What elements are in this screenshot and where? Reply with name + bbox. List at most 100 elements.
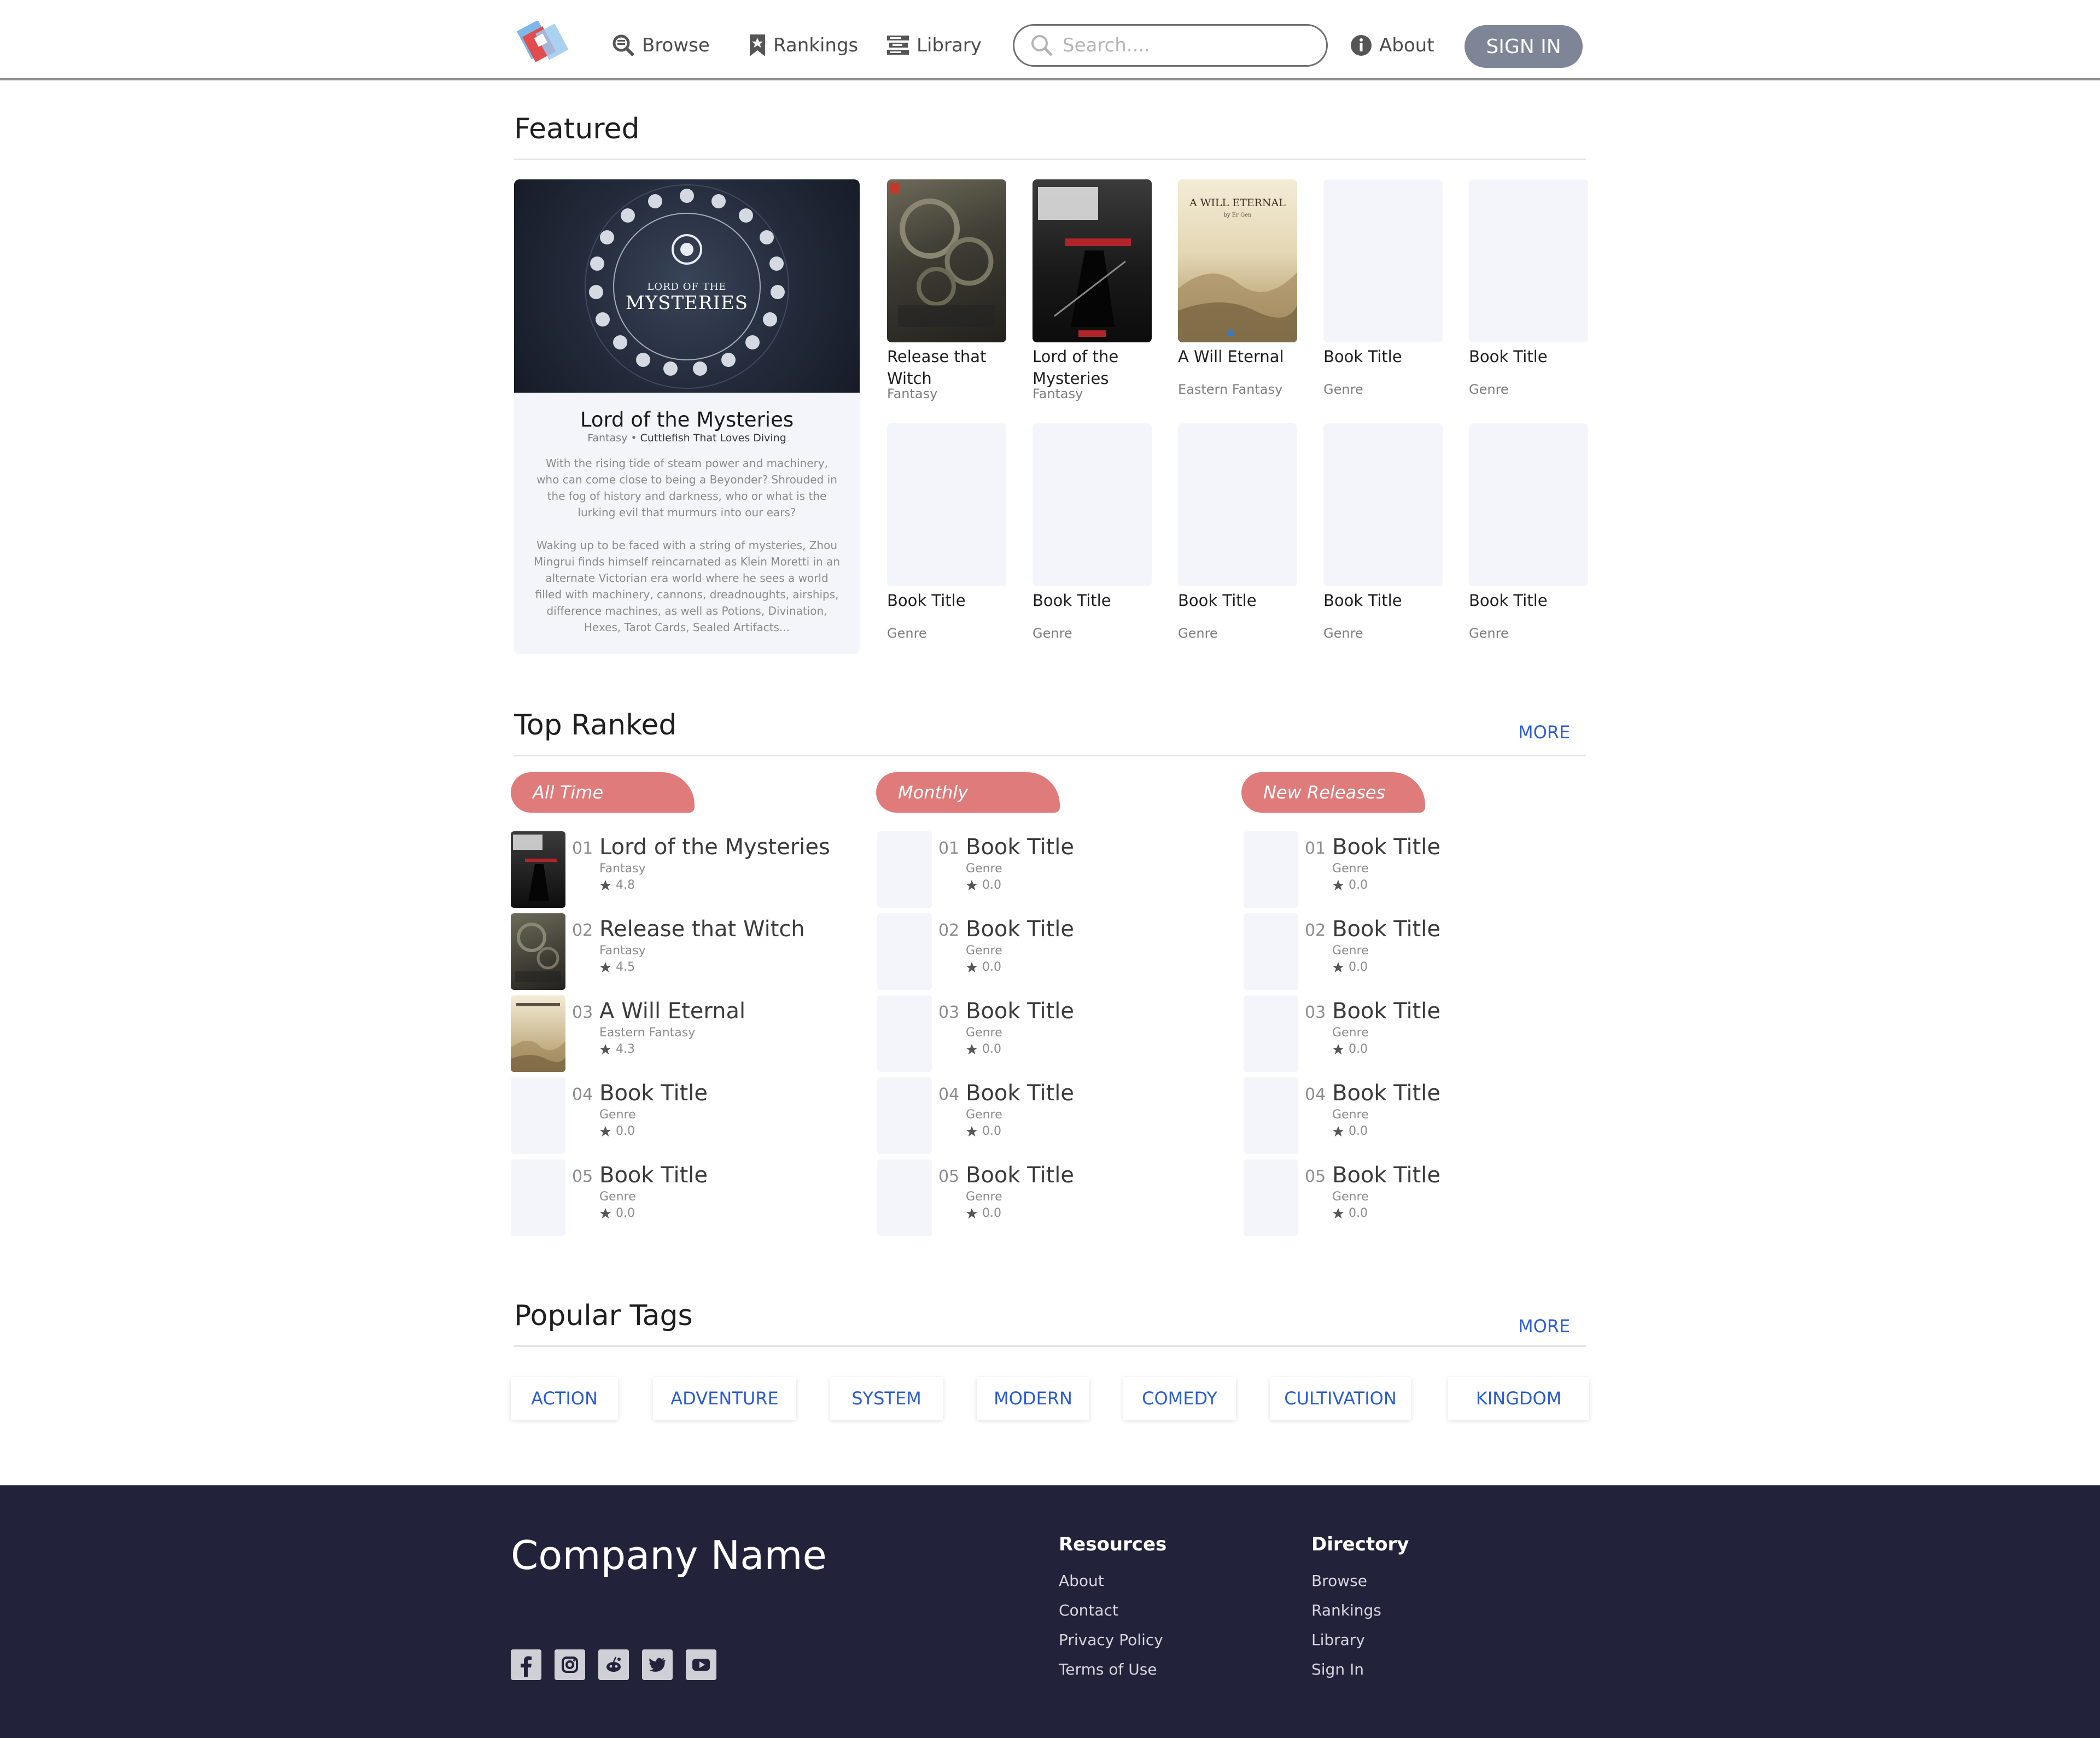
book-title[interactable]: Release that Witch	[887, 346, 1006, 389]
ranked-item[interactable]: 01 Book Title Genre 0.0	[877, 831, 1205, 908]
nav-browse[interactable]: Browse	[611, 28, 710, 62]
tab-all-time[interactable]: All Time	[511, 772, 695, 813]
featured-main-genre: Fantasy	[587, 432, 628, 444]
ranked-thumb-placeholder	[877, 995, 932, 1072]
ranked-title[interactable]: Book Title	[1332, 917, 1440, 942]
footer-link-contact[interactable]: Contact	[1059, 1601, 1118, 1619]
nav-rankings[interactable]: Rankings	[748, 28, 858, 62]
ranked-item[interactable]: 04 Book Title Genre 0.0	[1244, 1077, 1572, 1154]
ranked-item[interactable]: 03 Book Title Genre 0.0	[1244, 995, 1572, 1072]
footer-link-terms-of-use[interactable]: Terms of Use	[1059, 1660, 1157, 1678]
top-ranked-heading: Top Ranked	[514, 709, 677, 742]
description-paragraph-1: With the rising tide of steam power and …	[536, 457, 837, 519]
ranked-item[interactable]: 01 Book Title Genre 0.0	[1244, 831, 1572, 908]
nav-about[interactable]: About	[1350, 28, 1434, 62]
featured-book-2[interactable]: Lord of the Mysteries Fantasy	[1032, 179, 1152, 401]
tag-modern[interactable]: MODERN	[977, 1377, 1089, 1420]
ranked-title[interactable]: Release that Witch	[599, 917, 805, 942]
sign-in-button[interactable]: SIGN IN	[1465, 25, 1583, 68]
book-title[interactable]: Book Title	[1178, 590, 1297, 629]
tag-kingdom[interactable]: KINGDOM	[1448, 1377, 1589, 1420]
ranked-title[interactable]: Book Title	[966, 835, 1074, 860]
footer-link-browse[interactable]: Browse	[1311, 1572, 1367, 1590]
ranked-item[interactable]: 03 A Will Eternal Eastern Fantasy 4.3	[511, 995, 839, 1072]
ranked-thumb-placeholder	[877, 1159, 932, 1236]
reddit-icon[interactable]	[598, 1649, 629, 1680]
ranked-item[interactable]: 02 Book Title Genre 0.0	[1244, 913, 1572, 990]
rating-value: 0.0	[982, 960, 1001, 974]
ranked-title[interactable]: Book Title	[966, 999, 1074, 1024]
instagram-icon[interactable]	[555, 1649, 585, 1680]
tag-adventure[interactable]: ADVENTURE	[653, 1377, 796, 1420]
book-title[interactable]: Book Title	[887, 590, 1006, 629]
ranked-title[interactable]: Book Title	[966, 917, 1074, 942]
ranked-title[interactable]: Book Title	[1332, 1081, 1440, 1106]
ranked-item[interactable]: 03 Book Title Genre 0.0	[877, 995, 1205, 1072]
search-input[interactable]	[1063, 34, 1314, 56]
tag-system[interactable]: SYSTEM	[830, 1377, 943, 1420]
featured-book-7[interactable]: Book Title Genre	[1032, 423, 1152, 641]
tab-monthly[interactable]: Monthly	[876, 772, 1060, 813]
twitter-icon[interactable]	[642, 1649, 673, 1680]
popular-tags-more-link[interactable]: MORE	[1518, 1316, 1570, 1337]
featured-main-card[interactable]: LORD OF THE MYSTERIES Lord of the Myster…	[514, 179, 860, 654]
ranked-item[interactable]: 04 Book Title Genre 0.0	[877, 1077, 1205, 1154]
ranked-rating: 0.0	[966, 878, 1001, 892]
footer-link-sign-in[interactable]: Sign In	[1311, 1660, 1364, 1678]
ranked-title[interactable]: Book Title	[1332, 999, 1440, 1024]
ranked-title[interactable]: Book Title	[1332, 835, 1440, 860]
tag-action[interactable]: ACTION	[511, 1377, 618, 1420]
footer-link-privacy-policy[interactable]: Privacy Policy	[1059, 1631, 1163, 1649]
rating-value: 0.0	[982, 1042, 1001, 1056]
featured-book-6[interactable]: Book Title Genre	[887, 423, 1006, 641]
search-box[interactable]	[1013, 24, 1328, 67]
ranked-item[interactable]: 02 Book Title Genre 0.0	[877, 913, 1205, 990]
ranked-thumb-placeholder	[511, 1159, 565, 1236]
tab-new-releases[interactable]: New Releases	[1241, 772, 1425, 813]
book-cover-placeholder	[1178, 423, 1297, 586]
ranked-title[interactable]: Book Title	[599, 1081, 708, 1106]
featured-book-1[interactable]: Release that Witch Fantasy	[887, 179, 1006, 401]
footer-link-about[interactable]: About	[1059, 1572, 1104, 1590]
footer-link-rankings[interactable]: Rankings	[1311, 1601, 1381, 1619]
rating-value: 0.0	[1349, 1124, 1368, 1138]
nav-library[interactable]: Library	[886, 28, 982, 62]
ranked-title[interactable]: Book Title	[599, 1163, 708, 1188]
ranked-item[interactable]: 05 Book Title Genre 0.0	[1244, 1159, 1572, 1236]
footer-link-library[interactable]: Library	[1311, 1631, 1365, 1649]
gears-cover-art	[890, 183, 995, 327]
featured-main-title[interactable]: Lord of the Mysteries	[514, 408, 860, 431]
youtube-icon[interactable]	[686, 1649, 716, 1680]
ranked-genre: Genre	[1332, 1026, 1369, 1040]
book-title[interactable]: Book Title	[1323, 346, 1443, 385]
book-title[interactable]: Book Title	[1323, 590, 1443, 629]
featured-book-9[interactable]: Book Title Genre	[1323, 423, 1443, 641]
ranked-item[interactable]: 01 Lord of the Mysteries Fantasy 4.8	[511, 831, 839, 908]
ranked-title[interactable]: Book Title	[966, 1163, 1074, 1188]
book-title[interactable]: Book Title	[1469, 590, 1588, 629]
ranked-title[interactable]: Book Title	[966, 1081, 1074, 1106]
top-ranked-more-link[interactable]: MORE	[1518, 722, 1570, 743]
ranked-title[interactable]: Lord of the Mysteries	[599, 835, 830, 860]
ranked-item[interactable]: 05 Book Title Genre 0.0	[511, 1159, 839, 1236]
featured-book-10[interactable]: Book Title Genre	[1469, 423, 1588, 641]
site-logo[interactable]	[510, 21, 571, 71]
book-title[interactable]: Lord of the Mysteries	[1032, 346, 1152, 389]
ranked-item[interactable]: 02 Release that Witch Fantasy 4.5	[511, 913, 839, 990]
facebook-icon[interactable]	[511, 1649, 541, 1680]
book-title[interactable]: A Will Eternal	[1178, 346, 1297, 385]
ranked-item[interactable]: 04 Book Title Genre 0.0	[511, 1077, 839, 1154]
ranked-genre: Genre	[966, 944, 1002, 958]
tag-cultivation[interactable]: CULTIVATION	[1270, 1377, 1411, 1420]
featured-book-3[interactable]: A WILL ETERNAL by Er Gen A Will Eternal …	[1178, 179, 1297, 397]
featured-book-4[interactable]: Book Title Genre	[1323, 179, 1443, 397]
ranked-title[interactable]: Book Title	[1332, 1163, 1440, 1188]
ranked-title[interactable]: A Will Eternal	[599, 999, 745, 1024]
book-title[interactable]: Book Title	[1032, 590, 1152, 629]
tag-comedy[interactable]: COMEDY	[1123, 1377, 1236, 1420]
ranked-item[interactable]: 05 Book Title Genre 0.0	[877, 1159, 1205, 1236]
nav-rankings-label: Rankings	[773, 34, 859, 56]
book-title[interactable]: Book Title	[1469, 346, 1588, 385]
featured-book-5[interactable]: Book Title Genre	[1469, 179, 1588, 397]
featured-book-8[interactable]: Book Title Genre	[1178, 423, 1297, 641]
